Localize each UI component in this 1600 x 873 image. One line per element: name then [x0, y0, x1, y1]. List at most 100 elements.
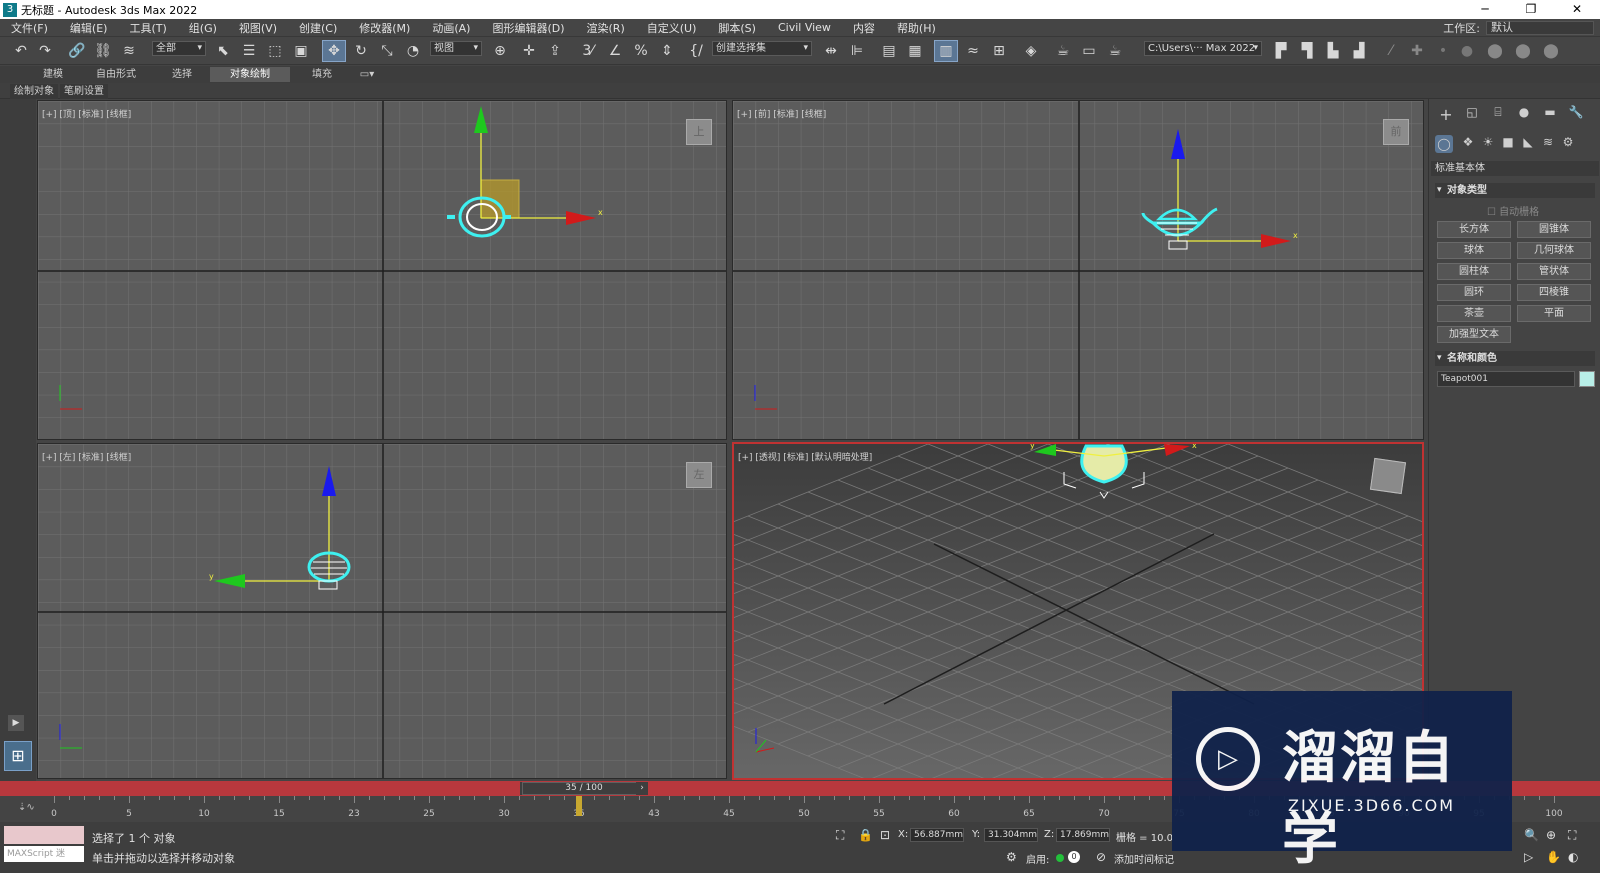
helpers-icon[interactable]: ◣	[1519, 135, 1537, 149]
viewport-left-label[interactable]: [+] [左] [标准] [线框]	[42, 450, 131, 463]
menu-views[interactable]: 视图(V)	[228, 20, 288, 36]
cameras-icon[interactable]: ■	[1499, 135, 1517, 149]
y-coordinate-field[interactable]: 31.304mm	[984, 828, 1038, 842]
name-color-rollout-header[interactable]: 名称和颜色	[1435, 351, 1595, 366]
menu-animation[interactable]: 动画(A)	[421, 20, 481, 36]
maxscript-listener-input[interactable]	[4, 826, 84, 844]
x-coordinate-field[interactable]: 56.887mm	[910, 828, 964, 842]
cylinder-button[interactable]: 圆柱体	[1437, 263, 1511, 280]
absolute-mode-icon[interactable]: ⊡	[880, 828, 890, 842]
menu-help[interactable]: 帮助(H)	[886, 20, 947, 36]
paint-objects-panel[interactable]: 绘制对象	[10, 84, 58, 99]
pan-icon[interactable]: ✋	[1546, 850, 1561, 864]
enable-toggle-icon[interactable]: 0	[1068, 851, 1080, 863]
pyramid-button[interactable]: 四棱锥	[1517, 284, 1591, 301]
tab-modeling[interactable]: 建模	[28, 67, 78, 82]
lights-icon[interactable]: ☀	[1479, 135, 1497, 149]
orbit-icon[interactable]: ◐	[1568, 850, 1578, 864]
autogrid-checkbox[interactable]: ☐ 自动栅格	[1487, 203, 1539, 218]
expand-panel-icon[interactable]: ▶	[8, 715, 24, 731]
add-time-tag-label[interactable]: 添加时间标记	[1114, 851, 1174, 866]
maxscript-label[interactable]: MAXScript 迷	[4, 846, 84, 862]
sphere-button[interactable]: 球体	[1437, 242, 1511, 259]
unlink-icon[interactable]: ⛓	[92, 40, 114, 62]
viewport-front[interactable]: x [+] [前] [标准] [线框] 前	[732, 100, 1424, 440]
menu-graph-editors[interactable]: 图形编辑器(D)	[481, 20, 575, 36]
motion-tab-icon[interactable]: ●	[1513, 105, 1535, 119]
tab-freeform[interactable]: 自由形式	[78, 67, 154, 82]
time-tag-icon[interactable]: ⊘	[1096, 850, 1106, 864]
workspace-dropdown[interactable]: 默认	[1486, 21, 1594, 35]
z-coordinate-field[interactable]: 17.869mm	[1056, 828, 1110, 842]
cone-button[interactable]: 圆锥体	[1517, 221, 1591, 238]
zoom-icon[interactable]: 🔍	[1524, 828, 1539, 842]
hierarchy-tab-icon[interactable]: ⌸	[1487, 105, 1509, 120]
named-selection-set-dropdown[interactable]: 创建选择集	[712, 41, 812, 56]
minimize-button[interactable]: ─	[1462, 0, 1508, 19]
menu-rendering[interactable]: 渲染(R)	[576, 20, 636, 36]
close-button[interactable]: ✕	[1554, 0, 1600, 19]
category-dropdown[interactable]: 标准基本体	[1431, 161, 1599, 176]
modify-tab-icon[interactable]: ◱	[1461, 105, 1483, 119]
box-button[interactable]: 长方体	[1437, 221, 1511, 238]
display-tab-icon[interactable]: ▬	[1539, 105, 1561, 119]
enable-status-dot[interactable]	[1056, 854, 1064, 862]
tab-object-paint[interactable]: 对象绘制	[210, 67, 290, 82]
menu-create[interactable]: 创建(C)	[288, 20, 348, 36]
menu-modifiers[interactable]: 修改器(M)	[348, 20, 421, 36]
redo-icon[interactable]: ↷	[34, 40, 56, 62]
lock-selection-icon[interactable]: 🔒	[858, 828, 873, 842]
maximize-button[interactable]: ❐	[1508, 0, 1554, 19]
plane-button[interactable]: 平面	[1517, 305, 1591, 322]
selection-filter-dropdown[interactable]: 全部	[152, 41, 206, 56]
viewport-layout-icon[interactable]: ⊞	[4, 741, 32, 771]
object-type-rollout-header[interactable]: 对象类型	[1435, 183, 1595, 198]
viewport-top[interactable]: x [+] [顶] [标准] [线框] 上	[37, 100, 727, 440]
zoom-all-icon[interactable]: ⊕	[1546, 828, 1556, 842]
tab-selection[interactable]: 选择	[154, 67, 210, 82]
create-tab-icon[interactable]: +	[1435, 105, 1457, 124]
current-frame-marker[interactable]	[576, 796, 582, 816]
shapes-icon[interactable]: ❖	[1459, 135, 1477, 149]
viewcube-top[interactable]: 上	[686, 119, 712, 145]
zoom-extents-icon[interactable]: ⛶	[1568, 828, 1576, 843]
viewcube-left[interactable]: 左	[686, 462, 712, 488]
menu-customize[interactable]: 自定义(U)	[636, 20, 708, 36]
next-frame-icon[interactable]: ›	[636, 782, 648, 795]
systems-icon[interactable]: ⚙	[1559, 135, 1577, 149]
menu-civil-view[interactable]: Civil View	[767, 21, 842, 34]
spacewarps-icon[interactable]: ≋	[1539, 135, 1557, 149]
torus-button[interactable]: 圆环	[1437, 284, 1511, 301]
link-icon[interactable]: 🔗	[66, 40, 88, 62]
menu-file[interactable]: 文件(F)	[0, 20, 59, 36]
curve-editor-mini-icon[interactable]: ⇣∿	[18, 802, 35, 813]
viewport-left[interactable]: y [+] [左] [标准] [线框] 左	[37, 443, 727, 779]
ribbon-options-icon[interactable]: ▭▾	[356, 67, 378, 82]
viewport-front-label[interactable]: [+] [前] [标准] [线框]	[737, 107, 826, 120]
viewport-perspective-label[interactable]: [+] [透视] [标准] [默认明暗处理]	[738, 450, 872, 463]
fov-icon[interactable]: ▷	[1524, 850, 1533, 864]
isolate-selection-icon[interactable]: ⛶	[836, 828, 844, 843]
viewcube-perspective[interactable]	[1369, 457, 1407, 495]
tube-button[interactable]: 管状体	[1517, 263, 1591, 280]
reference-coordinate-dropdown[interactable]: 视图	[430, 41, 482, 56]
textplus-button[interactable]: 加强型文本	[1437, 326, 1511, 343]
brush-settings-panel[interactable]: 笔刷设置	[60, 84, 108, 99]
bind-spacewarp-icon[interactable]: ≋	[118, 40, 140, 62]
viewcube-front[interactable]: 前	[1383, 119, 1409, 145]
tab-populate[interactable]: 填充	[290, 67, 354, 82]
project-path-dropdown[interactable]: C:\Users\··· Max 2022	[1144, 41, 1262, 56]
adaptive-degradation-icon[interactable]: ⚙	[1006, 850, 1017, 864]
viewport-top-label[interactable]: [+] [顶] [标准] [线框]	[42, 107, 131, 120]
menu-scripting[interactable]: 脚本(S)	[707, 20, 767, 36]
utilities-tab-icon[interactable]: 🔧	[1565, 105, 1587, 119]
object-color-swatch[interactable]	[1579, 371, 1595, 387]
menu-tools[interactable]: 工具(T)	[118, 20, 177, 36]
object-name-input[interactable]: Teapot001	[1437, 371, 1575, 387]
teapot-button[interactable]: 茶壶	[1437, 305, 1511, 322]
undo-icon[interactable]: ↶	[10, 40, 32, 62]
geosphere-button[interactable]: 几何球体	[1517, 242, 1591, 259]
time-slider[interactable]: 35 / 100	[522, 782, 646, 795]
geometry-icon[interactable]: ◯	[1435, 135, 1453, 153]
menu-content[interactable]: 内容	[842, 20, 886, 36]
